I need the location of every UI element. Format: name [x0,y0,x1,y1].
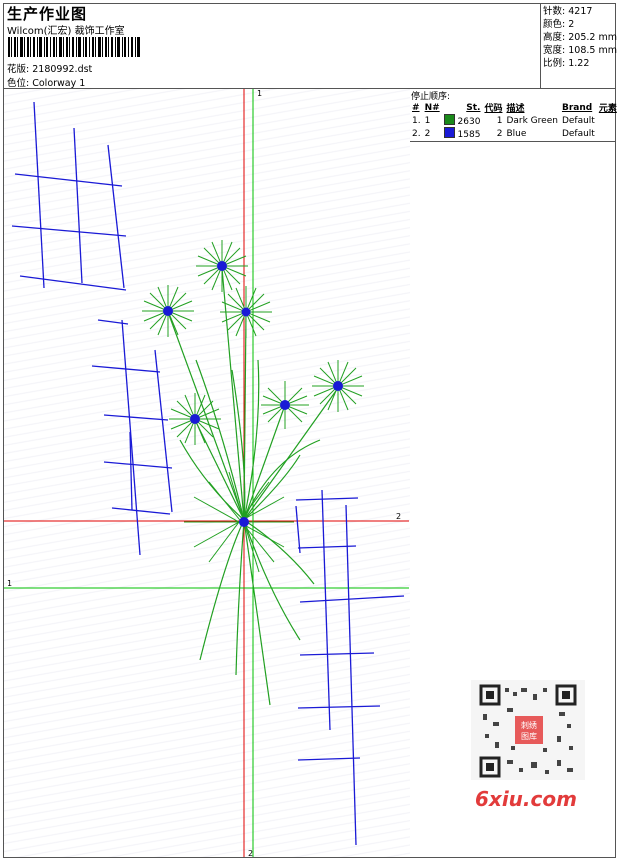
svg-text:2: 2 [248,849,253,858]
svg-text:刺绣: 刺绣 [521,720,537,730]
svg-text:图库: 图库 [521,731,537,741]
watermark-logo: 6xiu.com [475,787,577,811]
svg-text:1: 1 [7,579,12,588]
svg-text:2: 2 [396,512,401,521]
qr-code: 刺绣 图库 [471,680,585,780]
svg-text:1: 1 [257,89,262,98]
